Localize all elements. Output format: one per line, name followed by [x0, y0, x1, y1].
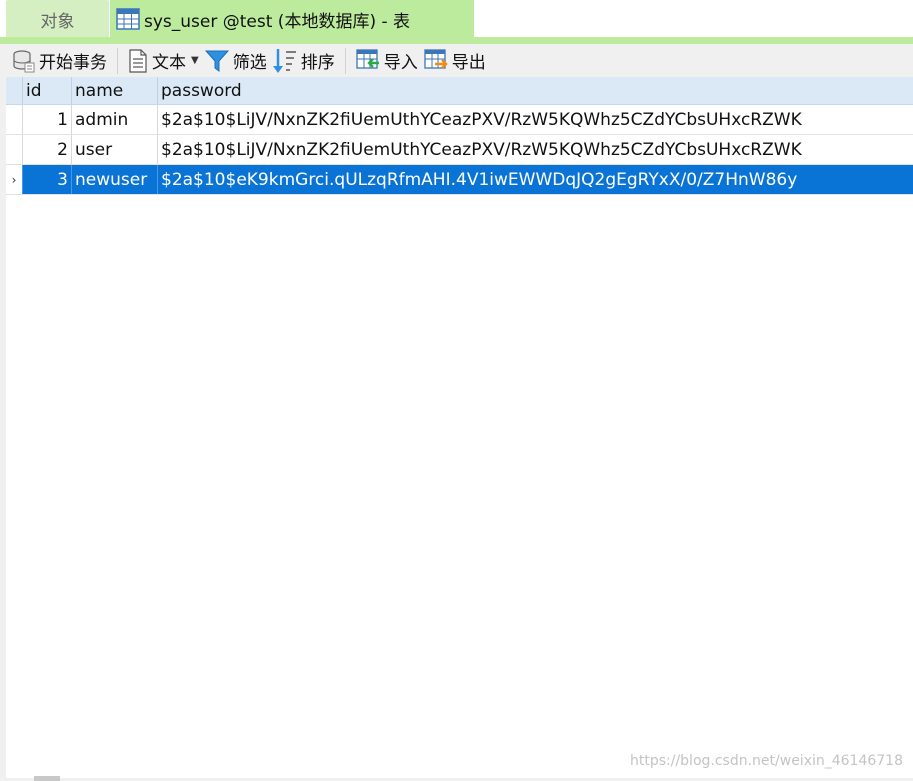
text-button-label: 文本 — [152, 53, 186, 73]
sort-button-label: 排序 — [300, 53, 335, 73]
tab-objects[interactable]: 对象 — [6, 0, 109, 38]
column-header-password[interactable]: password — [157, 77, 913, 104]
tab-sys-user-label: sys_user @test (本地数据库) - 表 — [144, 11, 411, 32]
tab-objects-label: 对象 — [40, 11, 75, 32]
current-row-arrow-icon[interactable]: › — [6, 165, 22, 194]
cell-id[interactable]: 1 — [22, 105, 71, 134]
cell-id[interactable]: 2 — [22, 135, 71, 164]
navicat-window: 对象 sys_user @test (本地数据库) - 表 开始事务 文本 ▼ … — [0, 0, 913, 781]
text-button[interactable]: 文本 ▼ — [125, 46, 202, 76]
column-header-id-label: id — [26, 80, 42, 101]
database-icon — [11, 49, 35, 73]
import-button[interactable]: 导入 — [353, 46, 421, 76]
table-row[interactable]: 2 user $2a$10$LiJV/NxnZK2fiUemUthYCeazPX… — [6, 135, 913, 165]
column-header-name[interactable]: name — [71, 77, 157, 104]
export-button-label: 导出 — [451, 53, 486, 73]
header-row-indicator — [6, 77, 22, 104]
cell-name[interactable]: user — [71, 135, 157, 164]
row-indicator[interactable] — [6, 135, 22, 164]
cell-name[interactable]: admin — [71, 105, 157, 134]
export-button[interactable]: 导出 — [421, 46, 489, 76]
cell-password[interactable]: $2a$10$eK9kmGrci.qULzqRfmAHI.4V1iwEWWDqJ… — [157, 165, 913, 194]
filter-button[interactable]: 筛选 — [202, 46, 270, 76]
begin-transaction-label: 开始事务 — [39, 53, 107, 73]
toolbar-separator — [117, 47, 118, 74]
import-icon — [356, 48, 380, 73]
import-button-label: 导入 — [383, 53, 418, 73]
column-header-password-label: password — [161, 80, 242, 101]
document-icon — [128, 48, 148, 73]
funnel-icon — [204, 49, 229, 73]
watermark: https://blog.csdn.net/weixin_46146718 — [629, 753, 903, 769]
column-header-name-label: name — [75, 80, 124, 101]
grid-header: id name password — [6, 77, 913, 105]
table-grid-icon — [116, 8, 140, 30]
begin-transaction-button[interactable]: 开始事务 — [8, 46, 110, 76]
tab-underline — [0, 37, 913, 44]
sort-button[interactable]: 排序 — [270, 46, 338, 76]
tab-bar: 对象 sys_user @test (本地数据库) - 表 — [0, 0, 913, 44]
toolbar: 开始事务 文本 ▼ 筛选 排序 导入 导出 — [0, 44, 913, 77]
export-icon — [424, 48, 448, 73]
cell-name[interactable]: newuser — [71, 165, 157, 194]
cell-password[interactable]: $2a$10$LiJV/NxnZK2fiUemUthYCeazPXV/RzW5K… — [157, 135, 913, 164]
table-row[interactable]: 1 admin $2a$10$LiJV/NxnZK2fiUemUthYCeazP… — [6, 105, 913, 135]
horizontal-scrollbar-thumb[interactable] — [34, 776, 60, 781]
cell-id[interactable]: 3 — [22, 165, 71, 194]
chevron-down-icon: ▼ — [191, 55, 199, 66]
toolbar-separator — [344, 47, 346, 74]
sort-icon — [272, 48, 297, 74]
column-header-id[interactable]: id — [22, 77, 71, 104]
row-indicator[interactable] — [6, 105, 22, 134]
cell-password[interactable]: $2a$10$LiJV/NxnZK2fiUemUthYCeazPXV/RzW5K… — [157, 105, 913, 134]
tab-sys-user-table[interactable]: sys_user @test (本地数据库) - 表 — [110, 0, 474, 38]
filter-button-label: 筛选 — [232, 53, 267, 73]
table-row-selected[interactable]: › 3 newuser $2a$10$eK9kmGrci.qULzqRfmAHI… — [6, 165, 913, 195]
data-grid[interactable]: id name password 1 admin $2a$10$LiJV/Nxn… — [6, 77, 913, 778]
